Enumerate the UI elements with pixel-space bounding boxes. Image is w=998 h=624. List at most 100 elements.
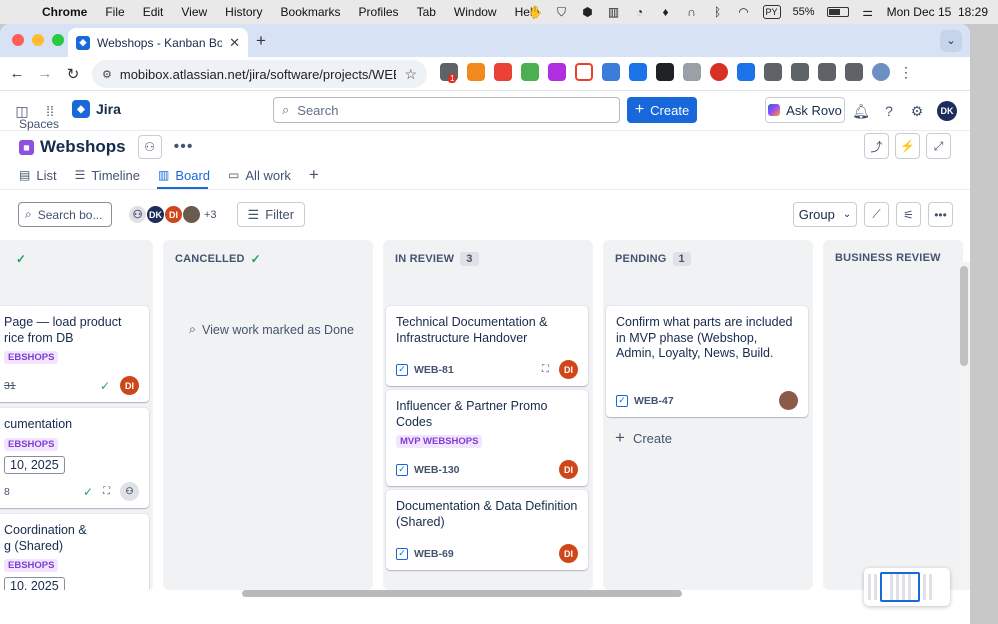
- extension-13-icon[interactable]: [764, 63, 782, 81]
- chart-status-icon[interactable]: ◔: [633, 5, 647, 19]
- epic-label[interactable]: MVP WEBSHOPS: [396, 435, 483, 448]
- menu-app-name[interactable]: Chrome: [42, 5, 87, 19]
- back-button[interactable]: ←: [6, 65, 28, 82]
- forward-button[interactable]: →: [34, 65, 56, 82]
- extension-5-icon[interactable]: [548, 63, 566, 81]
- card-key[interactable]: WEB-130: [414, 464, 460, 476]
- headphones-icon[interactable]: ∩: [685, 5, 699, 19]
- card-web-130[interactable]: Influencer & Partner Promo Codes MVP WEB…: [386, 390, 588, 486]
- view-settings-icon[interactable]: ⚟: [896, 202, 921, 227]
- filter-button[interactable]: ☰ Filter: [236, 202, 306, 227]
- board-minimap[interactable]: [864, 568, 950, 606]
- help-icon[interactable]: ?: [879, 101, 899, 121]
- create-button[interactable]: + Create: [627, 97, 697, 123]
- jira-logo[interactable]: ◆ Jira: [72, 100, 121, 118]
- menu-history[interactable]: History: [225, 5, 262, 19]
- add-view-button[interactable]: +: [309, 165, 319, 185]
- camera-extension-icon[interactable]: [683, 63, 701, 81]
- menubar-clock[interactable]: Mon Dec 15 18:29: [887, 5, 988, 19]
- chrome-menu-icon[interactable]: ⋮: [899, 64, 913, 81]
- avatar-dk[interactable]: DK: [146, 205, 165, 224]
- address-bar[interactable]: ⚙ mobibox.atlassian.net/jira/software/pr…: [92, 60, 427, 88]
- share-icon[interactable]: ⤴: [864, 133, 889, 159]
- more-assignees-count[interactable]: +3: [204, 209, 217, 221]
- minimap-viewport[interactable]: [880, 572, 920, 602]
- ask-rovo-button[interactable]: Ask Rovo: [765, 97, 845, 123]
- extension-4-icon[interactable]: [521, 63, 539, 81]
- automation-lightning-icon[interactable]: ⚡: [895, 133, 920, 159]
- control-center-icon[interactable]: ⚌: [861, 5, 875, 19]
- battery-icon[interactable]: [826, 7, 849, 17]
- wifi-icon[interactable]: ◠: [737, 5, 751, 19]
- bulb-icon[interactable]: ♦: [659, 5, 673, 19]
- fullscreen-icon[interactable]: ⤢: [926, 133, 951, 159]
- breadcrumb-spaces[interactable]: Spaces: [19, 117, 59, 131]
- card-web-47[interactable]: Confirm what parts are included in MVP p…: [606, 306, 808, 417]
- more-actions-icon[interactable]: •••: [174, 138, 194, 156]
- profile-avatar[interactable]: [872, 63, 890, 81]
- keyboard-layout-badge[interactable]: PY: [762, 5, 781, 19]
- assignee-avatar[interactable]: DI: [559, 360, 578, 379]
- unassigned-avatar[interactable]: ⚇: [128, 205, 147, 224]
- hand-icon[interactable]: ✋: [528, 5, 543, 19]
- menu-edit[interactable]: Edit: [143, 5, 164, 19]
- epic-label[interactable]: EBSHOPS: [4, 351, 59, 364]
- extension-9-icon[interactable]: [656, 63, 674, 81]
- settings-gear-icon[interactable]: ⚙: [907, 101, 927, 121]
- epic-label[interactable]: EBSHOPS: [4, 559, 59, 572]
- card-key[interactable]: WEB-81: [414, 364, 454, 376]
- puzzle-extension-icon[interactable]: [737, 63, 755, 81]
- due-date-chip[interactable]: 10, 2025: [4, 455, 65, 474]
- insights-chart-icon[interactable]: ⟋: [864, 202, 889, 227]
- record-extension-icon[interactable]: [710, 63, 728, 81]
- assignee-photo-avatar[interactable]: [779, 391, 798, 410]
- box-icon[interactable]: ⬢: [581, 5, 595, 19]
- extensions-menu-icon[interactable]: [791, 63, 809, 81]
- card-web-69[interactable]: Documentation & Data Definition (Shared)…: [386, 490, 588, 570]
- vertical-scrollbar[interactable]: [960, 266, 968, 366]
- close-tab-icon[interactable]: ✕: [229, 35, 240, 51]
- menu-file[interactable]: File: [105, 5, 124, 19]
- activity-monitor-icon[interactable]: ▥: [607, 5, 621, 19]
- tab-all-work[interactable]: ▭ All work: [228, 168, 291, 183]
- epic-label[interactable]: EBSHOPS: [4, 437, 59, 451]
- card-web-81[interactable]: Technical Documentation & Infrastructure…: [386, 306, 588, 386]
- tab-list[interactable]: ▤ List: [19, 168, 57, 183]
- unassigned-avatar[interactable]: ⚇: [120, 482, 139, 501]
- due-date-chip[interactable]: 10, 2025: [4, 577, 65, 590]
- horizontal-scrollbar[interactable]: [242, 590, 682, 597]
- group-dropdown[interactable]: Group ⌄: [793, 202, 857, 227]
- tab-search-button[interactable]: ⌄: [940, 30, 962, 52]
- browser-tab-active[interactable]: ◆ Webshops - Kanban Board - ... ✕: [68, 28, 248, 57]
- extension-6-icon[interactable]: [575, 63, 593, 81]
- assignee-avatar[interactable]: DI: [559, 460, 578, 479]
- notifications-bell-icon[interactable]: 🔔︎: [851, 101, 871, 121]
- card-key[interactable]: WEB-69: [414, 548, 454, 560]
- extension-3-icon[interactable]: [494, 63, 512, 81]
- extension-8-icon[interactable]: [629, 63, 647, 81]
- zoom-window-button[interactable]: [52, 34, 64, 46]
- assignee-avatar[interactable]: DI: [120, 376, 139, 395]
- card-key[interactable]: 31: [4, 380, 16, 392]
- avatar-di[interactable]: DI: [164, 205, 183, 224]
- card-partial-1[interactable]: Page — load product rice from DB EBSHOPS…: [0, 306, 149, 402]
- menu-profiles[interactable]: Profiles: [359, 5, 399, 19]
- url-text[interactable]: mobibox.atlassian.net/jira/software/proj…: [120, 67, 397, 82]
- new-tab-button[interactable]: +: [256, 31, 266, 51]
- menu-bookmarks[interactable]: Bookmarks: [281, 5, 341, 19]
- minimize-window-button[interactable]: [32, 34, 44, 46]
- password-key-icon[interactable]: [845, 63, 863, 81]
- people-icon[interactable]: ⚇: [137, 135, 162, 159]
- card-key[interactable]: 8: [4, 486, 10, 498]
- extension-7-icon[interactable]: [602, 63, 620, 81]
- bluetooth-icon[interactable]: ᛒ: [711, 5, 725, 19]
- shield-status-icon[interactable]: ⛉: [555, 5, 569, 19]
- extension-2-icon[interactable]: [467, 63, 485, 81]
- board-search-input[interactable]: ⌕ Search bo...: [18, 202, 112, 227]
- menu-view[interactable]: View: [181, 5, 207, 19]
- global-search-input[interactable]: ⌕ Search: [273, 97, 620, 123]
- avatar-photo[interactable]: [182, 205, 201, 224]
- site-info-icon[interactable]: ⚙: [102, 68, 112, 81]
- view-done-link[interactable]: ⌕ View work marked as Done: [189, 322, 354, 337]
- tab-timeline[interactable]: ☰ Timeline: [75, 168, 140, 183]
